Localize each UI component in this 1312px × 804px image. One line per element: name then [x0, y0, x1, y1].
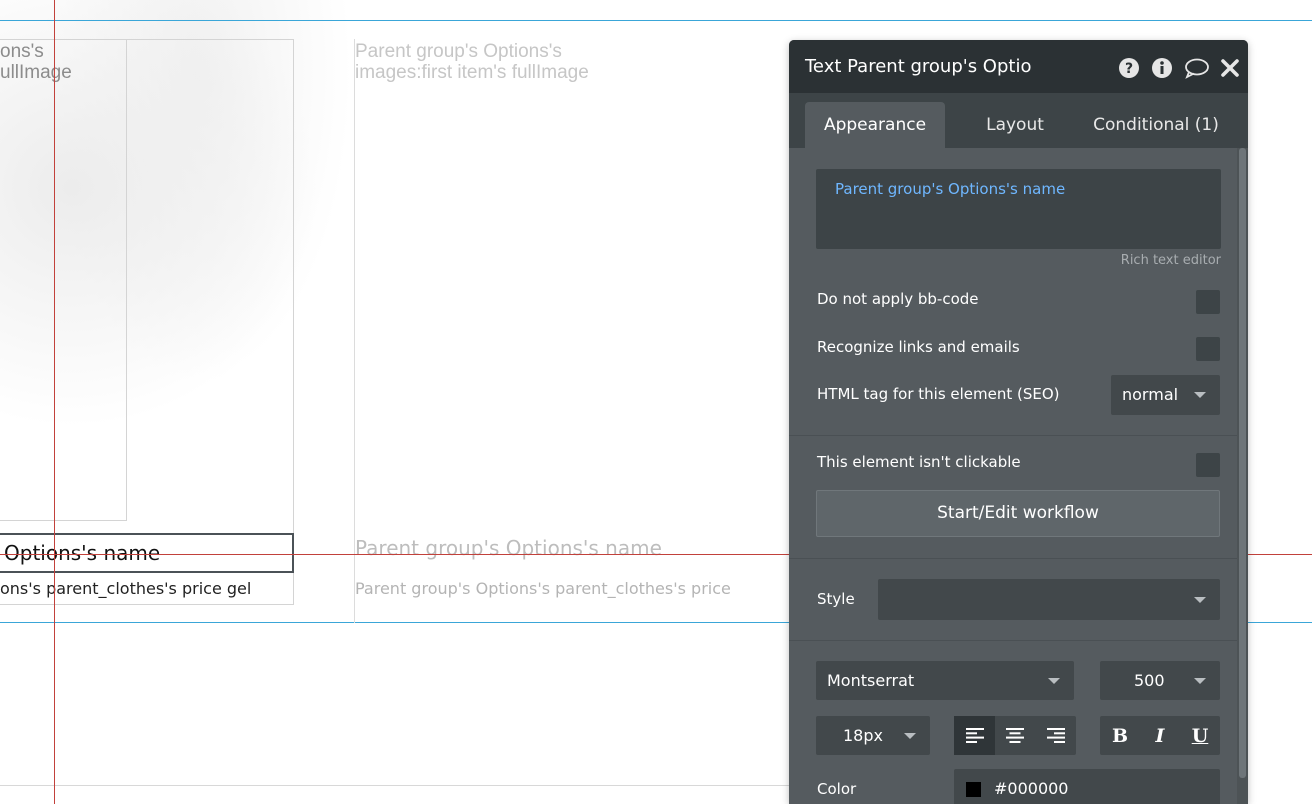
- font-size-value: 18px: [843, 726, 883, 745]
- info-icon[interactable]: [1151, 57, 1173, 79]
- font-weight-dropdown[interactable]: 500: [1100, 661, 1220, 700]
- section-divider: [789, 640, 1237, 641]
- bold-button[interactable]: B: [1100, 716, 1140, 755]
- font-weight-value: 500: [1134, 671, 1165, 690]
- align-right-button[interactable]: [1035, 716, 1076, 755]
- panel-header[interactable]: Text Parent group's Optio ?: [789, 40, 1248, 93]
- center-align-icon: [1006, 728, 1024, 743]
- section-divider: [789, 558, 1237, 559]
- html-tag-label: HTML tag for this element (SEO): [817, 385, 1060, 403]
- tab-bar: Appearance Layout Conditional (1): [789, 93, 1248, 148]
- align-left-button[interactable]: [954, 716, 995, 755]
- style-label: Style: [817, 590, 855, 608]
- links-checkbox[interactable]: [1196, 337, 1220, 361]
- alignment-group: [954, 716, 1076, 755]
- guide-top: [0, 20, 1312, 21]
- price-text[interactable]: Parent group's Options's parent_clothes'…: [355, 579, 789, 598]
- scrollbar-thumb[interactable]: [1239, 148, 1246, 778]
- underline-label: U: [1191, 724, 1209, 747]
- tab-appearance[interactable]: Appearance: [805, 102, 945, 148]
- right-align-icon: [1046, 728, 1065, 743]
- chevron-down-icon: [1194, 677, 1206, 684]
- left-image-text: ons's ullImage: [0, 41, 72, 83]
- close-icon[interactable]: [1220, 57, 1240, 79]
- style-dropdown[interactable]: [878, 579, 1220, 620]
- links-label: Recognize links and emails: [817, 338, 1020, 356]
- right-image-text-line2: images:first item's fullImage: [355, 62, 589, 83]
- left-image-text-line2: ullImage: [0, 62, 72, 83]
- rich-text-editor-link[interactable]: Rich text editor: [1121, 253, 1221, 268]
- color-label: Color: [817, 780, 857, 798]
- color-swatch[interactable]: [966, 782, 981, 797]
- align-center-button[interactable]: [995, 716, 1035, 755]
- italic-button[interactable]: I: [1140, 716, 1180, 755]
- clickable-checkbox[interactable]: [1196, 453, 1220, 477]
- svg-text:?: ?: [1125, 61, 1133, 77]
- tab-conditional[interactable]: Conditional (1): [1085, 102, 1227, 148]
- chevron-down-icon: [1194, 596, 1206, 603]
- bbcode-checkbox[interactable]: [1196, 290, 1220, 314]
- guide-red-vertical: [54, 0, 55, 804]
- panel-title: Text Parent group's Optio: [805, 56, 1032, 77]
- section-divider: [789, 435, 1237, 436]
- text-format-group: B I U: [1100, 716, 1220, 755]
- comment-icon[interactable]: [1184, 57, 1210, 79]
- color-picker[interactable]: #000000: [954, 769, 1220, 804]
- right-image-text: Parent group's Options's images:first it…: [355, 41, 589, 83]
- chevron-down-icon: [1194, 392, 1206, 398]
- html-tag-dropdown[interactable]: normal: [1111, 375, 1220, 415]
- page-bottom-line: [0, 785, 790, 786]
- tab-layout[interactable]: Layout: [957, 102, 1073, 148]
- start-edit-workflow-button[interactable]: Start/Edit workflow: [816, 490, 1220, 537]
- selected-name-text[interactable]: Options's name: [0, 533, 294, 573]
- chevron-down-icon: [904, 732, 916, 739]
- clickable-label: This element isn't clickable: [817, 453, 1021, 471]
- right-image-text-line1: Parent group's Options's: [355, 41, 562, 62]
- chevron-down-icon: [1048, 677, 1060, 684]
- dynamic-expression[interactable]: Parent group's Options's name: [835, 180, 1065, 198]
- html-tag-value: normal: [1122, 385, 1179, 404]
- left-image-box[interactable]: [0, 39, 127, 521]
- color-value[interactable]: #000000: [994, 779, 1068, 798]
- left-align-icon: [965, 728, 984, 743]
- bbcode-label: Do not apply bb-code: [817, 290, 979, 308]
- font-size-dropdown[interactable]: 18px: [816, 716, 930, 755]
- bold-label: B: [1111, 724, 1129, 747]
- help-icon[interactable]: ?: [1118, 57, 1140, 79]
- left-image-text-line1: ons's: [0, 41, 44, 62]
- property-editor-panel: Text Parent group's Optio ? Appearance L…: [789, 40, 1248, 804]
- font-family-dropdown[interactable]: Montserrat: [816, 661, 1074, 700]
- italic-label: I: [1155, 724, 1165, 747]
- rich-text-input[interactable]: Parent group's Options's name: [816, 169, 1221, 249]
- font-family-value: Montserrat: [827, 671, 915, 690]
- underline-button[interactable]: U: [1180, 716, 1220, 755]
- selected-price-text[interactable]: ons's parent_clothes's price gel: [0, 579, 292, 598]
- name-text[interactable]: Parent group's Options's name: [355, 536, 662, 560]
